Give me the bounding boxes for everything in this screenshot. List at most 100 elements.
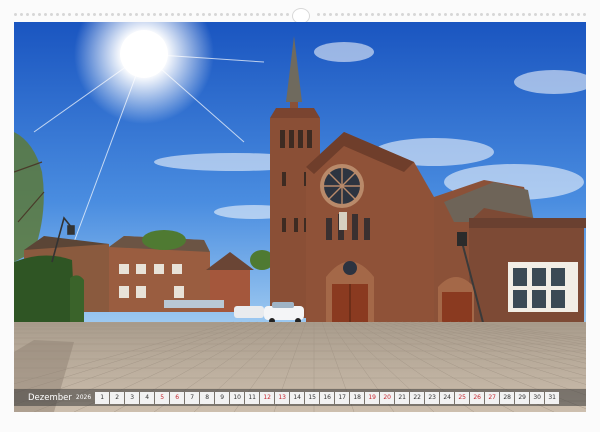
binding-hole	[237, 13, 241, 16]
binding-hole	[346, 13, 350, 16]
binding-hole	[340, 13, 344, 16]
binding-hole	[86, 13, 90, 16]
calendar-day: 6	[170, 391, 185, 404]
binding-hole	[389, 13, 393, 16]
binding-hole	[128, 13, 132, 16]
calendar-year: 2026	[75, 394, 92, 401]
binding-hole	[498, 13, 501, 16]
calendar-day: 22	[410, 391, 425, 404]
binding-hole	[159, 13, 163, 16]
binding-hole	[219, 13, 223, 16]
calendar-day: 3	[125, 391, 140, 404]
binding-hole	[485, 13, 489, 16]
binding-hole	[268, 13, 272, 16]
calendar-day: 13	[275, 391, 290, 404]
binding-hole	[425, 13, 429, 16]
binding-hole	[352, 13, 356, 16]
binding-hole	[153, 13, 157, 16]
calendar-day: 19	[365, 391, 380, 404]
binding-hole	[32, 13, 36, 16]
calendar-days: 1 2 3 4 5 6 7 8 9 10 11 12 13 14 15 16 17 18 19 20 21 22 23 24 2…	[95, 391, 560, 404]
binding-hole	[546, 13, 550, 16]
binding-hole	[570, 13, 574, 16]
binding-hole	[243, 13, 247, 16]
binding-hole	[564, 13, 568, 16]
binding-hole	[207, 13, 211, 16]
binding-hole	[407, 13, 411, 16]
calendar-month: Dezember	[28, 392, 72, 403]
binding-hole	[50, 13, 54, 16]
binding-hole	[479, 13, 483, 16]
binding-hole	[225, 13, 229, 16]
binding-hole	[122, 13, 126, 16]
binding-hole	[56, 13, 60, 16]
calendar-page: Dezember 2026 1 2 3 4 5 6 7 8 9 10 11 12 13 14 15 16 17 1…	[0, 0, 600, 432]
calendar-day: 10	[230, 391, 245, 404]
binding-hole	[195, 13, 199, 16]
binding-hole	[370, 13, 374, 16]
binding-hole	[467, 13, 471, 16]
binding-hole	[183, 13, 187, 16]
binding-hole	[231, 13, 235, 16]
binding-hole	[504, 13, 508, 16]
calendar-day: 31	[545, 391, 560, 404]
calendar-day: 1	[95, 391, 110, 404]
binding-hole	[510, 13, 514, 16]
calendar-day: 7	[185, 391, 200, 404]
calendar-day: 29	[515, 391, 530, 404]
binding-hole	[334, 13, 338, 16]
binding-hole	[522, 13, 526, 16]
binding-hole	[328, 13, 332, 16]
binding-hole	[62, 13, 66, 16]
binding-hole	[383, 13, 387, 16]
binding-hole	[534, 13, 538, 16]
calendar-strip: Dezember 2026 1 2 3 4 5 6 7 8 9 10 11 12 13 14 15 16 17 1…	[14, 389, 586, 406]
binding-hole	[262, 13, 266, 16]
binding-hole	[540, 13, 544, 16]
binding-hole	[177, 13, 181, 16]
calendar-day: 14	[290, 391, 305, 404]
binding-hole	[516, 13, 520, 16]
calendar-day: 23	[425, 391, 440, 404]
binding-hole	[431, 13, 435, 16]
calendar-day: 2	[110, 391, 125, 404]
binding-hole	[213, 13, 217, 16]
binding-hole	[68, 13, 72, 16]
binding-hole	[552, 13, 556, 16]
calendar-day: 17	[335, 391, 350, 404]
binding-hole	[110, 13, 114, 16]
binding-hole	[104, 13, 108, 16]
binding-hole	[322, 13, 326, 16]
binding-hole	[92, 13, 96, 16]
calendar-day: 5	[155, 391, 170, 404]
photo-illustration	[14, 22, 586, 412]
calendar-day: 8	[200, 391, 215, 404]
binding-hole	[473, 13, 477, 16]
binding-hole	[20, 13, 24, 16]
binding-hole	[116, 13, 120, 16]
calendar-day: 26	[470, 391, 485, 404]
binding-hole	[26, 13, 30, 16]
binding-hole	[455, 13, 459, 16]
calendar-day: 20	[380, 391, 395, 404]
binding-hole	[358, 13, 362, 16]
binding-hole	[364, 13, 368, 16]
binding-hole	[141, 13, 145, 16]
binding-hole	[377, 13, 380, 16]
calendar-day: 30	[530, 391, 545, 404]
binding-hole	[135, 13, 138, 16]
calendar-day: 15	[305, 391, 320, 404]
binding-hole	[80, 13, 84, 16]
calendar-day: 24	[440, 391, 455, 404]
calendar-day: 9	[215, 391, 230, 404]
calendar-day: 12	[260, 391, 275, 404]
binding-hole	[401, 13, 405, 16]
binding-hole	[201, 13, 205, 16]
binding-hole	[582, 13, 586, 16]
binding-hole	[274, 13, 278, 16]
binding-hole	[44, 13, 48, 16]
binding-hole	[38, 13, 42, 16]
calendar-day: 11	[245, 391, 260, 404]
calendar-day: 25	[455, 391, 470, 404]
binding-hole	[419, 13, 423, 16]
